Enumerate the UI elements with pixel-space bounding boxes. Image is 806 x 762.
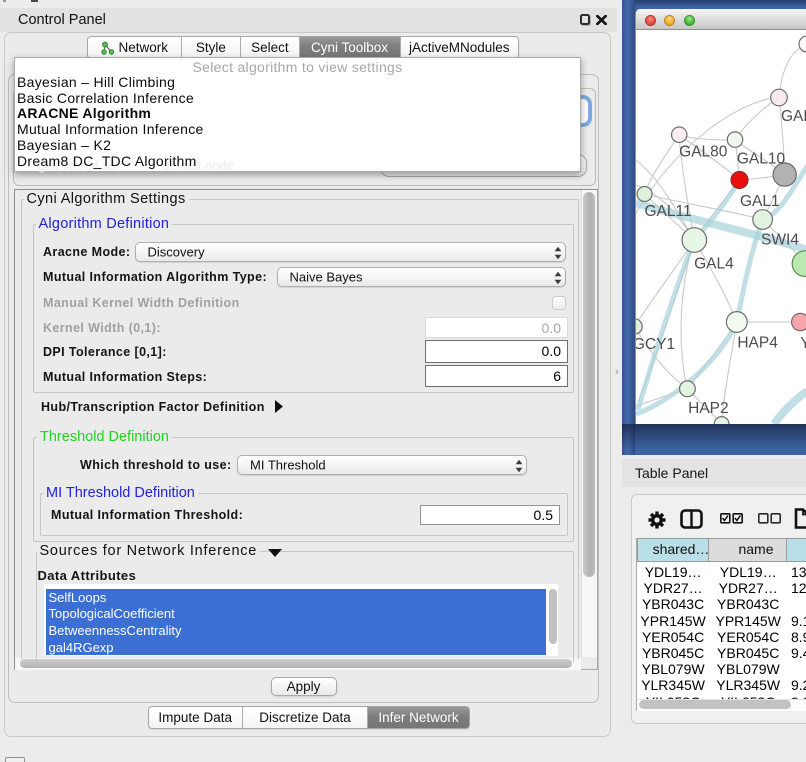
svg-text:GAL11: GAL11 [645,203,692,220]
svg-text:HAP2: HAP2 [688,400,729,417]
svg-text:GAL: GAL [781,108,806,125]
svg-text:GAL10: GAL10 [737,150,786,167]
svg-text:SWI4: SWI4 [761,232,799,249]
svg-text:Y: Y [800,335,806,352]
svg-text:HAP4: HAP4 [737,335,778,352]
svg-text:GAL1: GAL1 [740,193,780,210]
svg-text:GCY1: GCY1 [636,336,675,353]
svg-text:GAL4: GAL4 [694,256,734,273]
svg-text:GAL80: GAL80 [679,144,728,161]
